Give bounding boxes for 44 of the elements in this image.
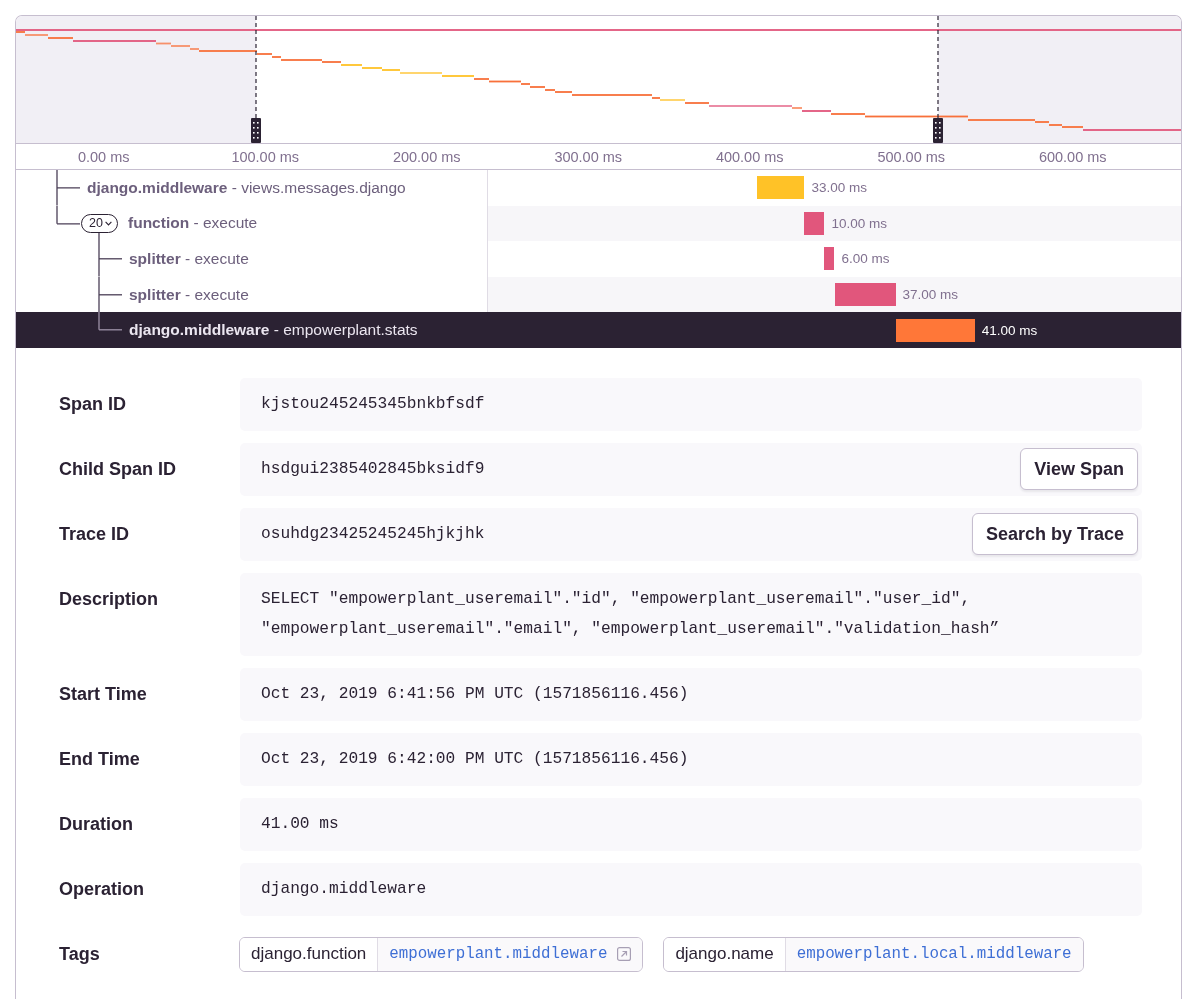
span-row[interactable]: django.middleware - empowerplant.stats 41.00 ms [16,312,1181,348]
time-axis-label: 300.00 ms [553,148,624,165]
detail-label: End Time [59,747,141,771]
span-duration: 33.00 ms [811,180,867,196]
time-axis-label: 200.00 ms [391,148,462,165]
chevron-down-icon [104,220,112,226]
time-axis-label: 0.00 ms [76,148,131,165]
detail-label: Start Time [59,682,148,706]
span-duration: 10.00 ms [831,215,887,231]
span-title: django.middleware - empowerplant.stats [129,321,418,340]
detail-label: Tags [59,942,101,966]
span-duration: 41.00 ms [981,322,1038,338]
detail-value: Oct 23, 2019 6:41:56 PM UTC (1571856116.456) [261,684,689,706]
range-handle[interactable] [251,16,261,143]
detail-value: kjstou245245345bnkbfsdf [261,394,485,416]
span-title: function - execute [128,214,258,233]
tag-value-link[interactable]: empowerplant.local.middleware [784,937,1083,971]
span-title: splitter - execute [129,285,249,304]
detail-label: Child Span ID [59,457,177,481]
detail-label: Duration [59,812,134,836]
action-button[interactable]: View Span [1020,448,1138,491]
action-button[interactable]: Search by Trace [971,513,1138,556]
detail-value: hsdgui2385402845bksidf9 [261,459,485,481]
detail-label: Span ID [59,392,127,416]
tag-value-link[interactable]: empowerplant.middleware [377,937,643,971]
span-row[interactable]: django.middleware - views.messages.django 33.00 ms [16,170,1181,206]
time-axis-label: 600.00 ms [1037,148,1108,165]
detail-label: Trace ID [59,522,131,546]
span-duration: 6.00 ms [841,251,890,267]
span-title: django.middleware - views.messages.django [87,178,406,197]
detail-value: django.middleware [261,879,427,901]
span-title: splitter - execute [129,250,249,268]
span-duration: 37.00 ms [902,287,959,303]
detail-label: Description [59,587,160,611]
detail-value: 41.00 ms [261,814,339,836]
expand-toggle-button[interactable]: 20 [81,213,118,233]
time-axis-label: 400.00 ms [714,148,785,165]
time-axis-label: 500.00 ms [876,148,947,165]
detail-value: osuhdg23425245245hjkjhk [261,524,485,546]
detail-value: Oct 23, 2019 6:42:00 PM UTC (1571856116.456) [261,749,689,771]
time-axis-label: 100.00 ms [230,148,301,165]
detail-label: Operation [59,877,145,901]
detail-value: SELECT "empowerplant_useremail"."id", "empowerplant_useremail"."user_id", "empowerplant_useremail"."email", "empowerplant_useremail"."validation_hash” [261,589,1001,641]
range-handle[interactable] [933,16,943,143]
